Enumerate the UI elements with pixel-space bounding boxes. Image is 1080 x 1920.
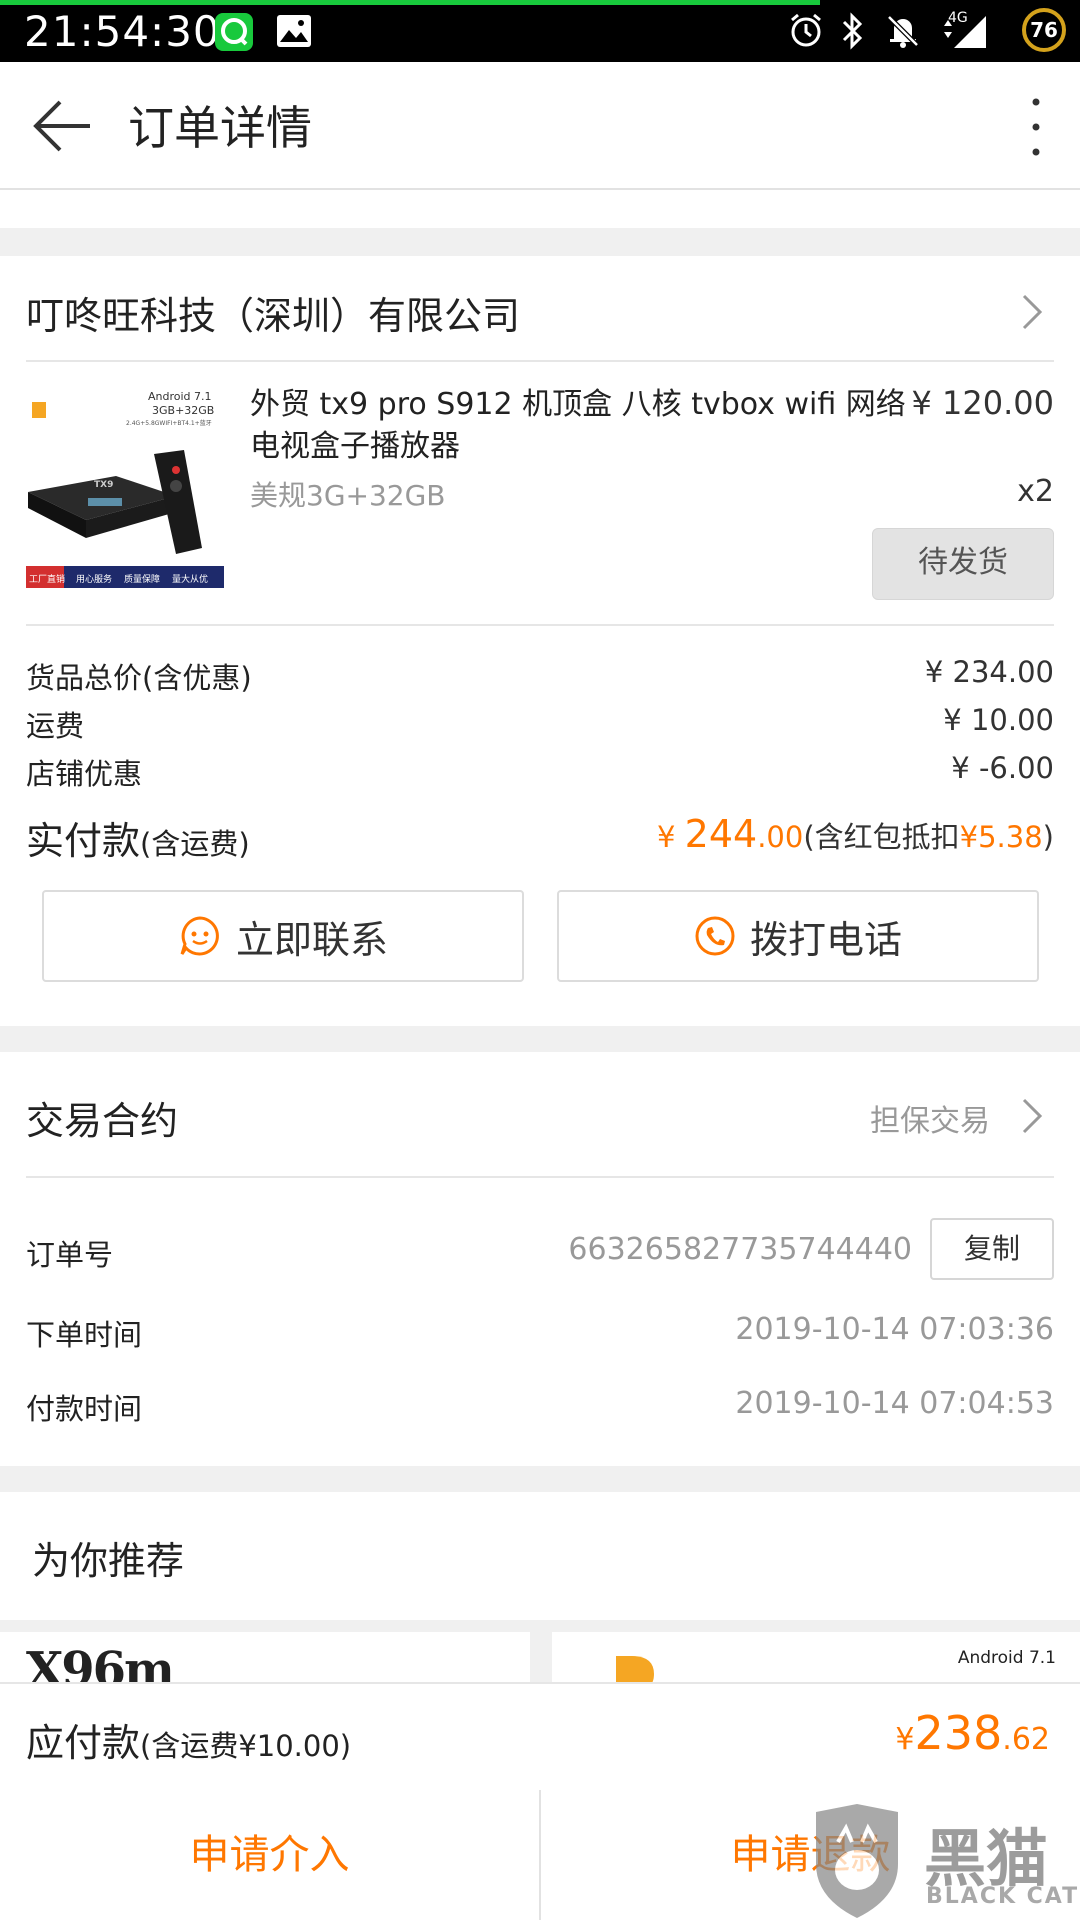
chevron-right-icon[interactable] bbox=[1018, 292, 1046, 332]
gallery-icon bbox=[277, 15, 311, 47]
recommend-card-brand: X96m bbox=[26, 1642, 175, 1682]
thumb-tag-4: 量大从优 bbox=[172, 575, 209, 585]
contract-value[interactable]: 担保交易 bbox=[870, 1096, 990, 1140]
recommend-card[interactable]: X96m bbox=[0, 1632, 530, 1682]
alarm-icon bbox=[791, 13, 821, 47]
page-title: 订单详情 bbox=[128, 101, 312, 155]
order-time-label: 下单时间 bbox=[26, 1318, 143, 1352]
thumb-spec-text: 2.4G+5.8GWIFI+BT4.1+蓝牙 bbox=[126, 420, 212, 427]
product-quantity: x2 bbox=[1017, 474, 1054, 509]
contact-seller-label: 立即联系 bbox=[235, 917, 388, 962]
amount-due-bar: 应付款(含运费¥10.00) ¥238.62 bbox=[0, 1682, 1080, 1794]
watermark-en: BLACK CAT bbox=[926, 1884, 1080, 1909]
thumb-brand-text: TX9 bbox=[94, 480, 114, 490]
copy-order-number-button[interactable]: 复制 bbox=[930, 1218, 1054, 1280]
paid-label: 实付款(含运费) bbox=[26, 810, 250, 865]
product-price: ¥ 120.00 bbox=[911, 384, 1055, 422]
divider bbox=[26, 360, 1054, 362]
pay-time-label: 付款时间 bbox=[26, 1392, 143, 1426]
order-time-value: 2019-10-14 07:03:36 bbox=[735, 1312, 1054, 1347]
pay-time-value: 2019-10-14 07:04:53 bbox=[735, 1386, 1054, 1421]
page-load-progress bbox=[0, 0, 820, 5]
status-time: 21:54:30 bbox=[24, 7, 221, 56]
product-thumbnail[interactable]: Android 7.1 3GB+32GB 2.4G+5.8GWIFI+BT4.1… bbox=[26, 380, 224, 588]
thumb-tag-2: 用心服务 bbox=[76, 575, 113, 585]
phone-icon bbox=[695, 916, 735, 956]
shipping-value: ¥ 10.00 bbox=[943, 703, 1054, 737]
chevron-right-icon[interactable] bbox=[1018, 1096, 1046, 1136]
amount-due-dec: .62 bbox=[1002, 1722, 1050, 1757]
order-status-button[interactable]: 待发货 bbox=[872, 528, 1054, 600]
brand-logo-icon bbox=[616, 1656, 654, 1682]
subtotal-label: 货品总价(含优惠) bbox=[26, 661, 252, 695]
amount-due-value: ¥238.62 bbox=[895, 1706, 1050, 1760]
paid-note-suffix: ) bbox=[1042, 820, 1054, 854]
paid-note-amount: ¥5.38 bbox=[959, 820, 1043, 854]
amount-due-int: 238 bbox=[914, 1706, 1003, 1760]
paid-currency: ¥ bbox=[656, 820, 685, 854]
more-vertical-icon[interactable] bbox=[1016, 92, 1056, 162]
recommend-card-text: Android 7.1 bbox=[957, 1648, 1056, 1668]
shipping-label: 运费 bbox=[26, 709, 85, 743]
paid-dec: .00 bbox=[757, 820, 804, 854]
previous-section-tail bbox=[0, 190, 1080, 228]
amount-due-label-sub: (含运费¥10.00) bbox=[140, 1729, 352, 1763]
order-number-label: 订单号 bbox=[26, 1238, 114, 1272]
recommend-title: 为你推荐 bbox=[32, 1539, 185, 1583]
paid-amount: ¥ 244.00(含红包抵扣¥5.38) bbox=[657, 812, 1054, 856]
paid-note-prefix: (含红包抵扣 bbox=[803, 820, 960, 854]
order-number-value: 663265827735744440 bbox=[568, 1232, 912, 1267]
recommend-card[interactable]: Android 7.1 bbox=[552, 1632, 1080, 1682]
paid-int: 244 bbox=[684, 812, 758, 856]
watermark: 黑猫 BLACK CAT bbox=[808, 1802, 1080, 1920]
divider bbox=[26, 1176, 1054, 1178]
subtotal-value: ¥ 234.00 bbox=[924, 655, 1054, 689]
call-seller-label: 拨打电话 bbox=[749, 917, 902, 962]
divider bbox=[26, 624, 1054, 626]
store-discount-value: ¥ -6.00 bbox=[951, 751, 1054, 785]
product-title[interactable]: 外贸 tx9 pro S912 机顶盒 八核 tvbox wifi 网络电视盒子… bbox=[250, 384, 930, 468]
store-discount-label: 店铺优惠 bbox=[26, 757, 143, 791]
call-seller-button[interactable]: 拨打电话 bbox=[557, 890, 1039, 982]
thumb-memory-text: 3GB+32GB bbox=[152, 404, 215, 417]
battery-badge: 76 bbox=[1022, 8, 1066, 52]
status-bar: 21:54:30 4G 76 bbox=[0, 0, 1080, 62]
contact-seller-button[interactable]: 立即联系 bbox=[42, 890, 524, 982]
paid-label-main: 实付款 bbox=[26, 819, 141, 863]
product-spec: 美规3G+32GB bbox=[250, 479, 446, 512]
arrow-left-icon[interactable] bbox=[30, 96, 94, 156]
app-bar: 订单详情 bbox=[0, 62, 1080, 190]
signal-icon bbox=[944, 16, 986, 48]
bluetooth-icon bbox=[842, 12, 863, 50]
paid-label-sub: (含运费) bbox=[140, 827, 250, 861]
thumb-tag-3: 质量保障 bbox=[124, 575, 161, 585]
chat-bubble-icon bbox=[180, 916, 219, 956]
store-name[interactable]: 叮咚旺科技（深圳）有限公司 bbox=[26, 285, 520, 340]
thumb-android-text: Android 7.1 bbox=[148, 390, 212, 403]
mute-icon bbox=[887, 15, 919, 48]
chat-notification-icon bbox=[215, 13, 253, 51]
amount-due-label: 应付款(含运费¥10.00) bbox=[26, 1712, 351, 1767]
amount-due-currency: ¥ bbox=[895, 1722, 915, 1757]
request-intervention-button[interactable]: 申请介入 bbox=[0, 1790, 539, 1920]
thumb-tag-1: 工厂直销 bbox=[29, 575, 66, 585]
contract-title: 交易合约 bbox=[26, 1099, 179, 1143]
amount-due-label-main: 应付款 bbox=[26, 1721, 141, 1765]
black-cat-shield-icon bbox=[816, 1804, 898, 1918]
